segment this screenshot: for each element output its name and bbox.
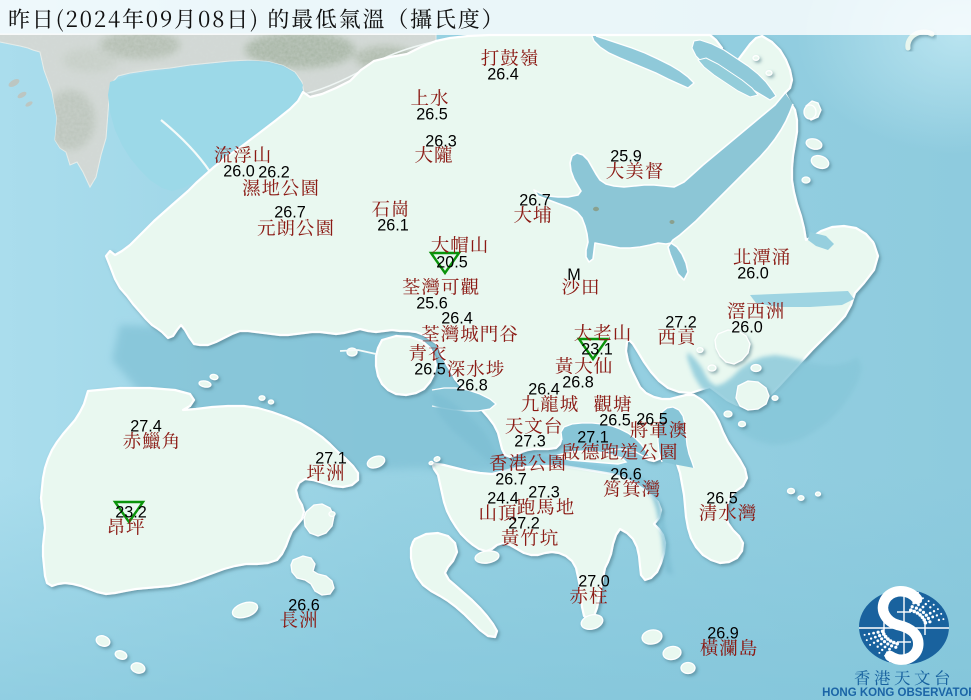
svg-text:26.3: 26.3: [425, 133, 457, 151]
svg-text:26.0: 26.0: [737, 265, 769, 283]
svg-text:26.4: 26.4: [487, 66, 519, 84]
svg-text:26.4: 26.4: [528, 381, 560, 399]
svg-text:27.4: 27.4: [130, 418, 162, 436]
svg-text:26.9: 26.9: [707, 625, 739, 643]
svg-text:26.8: 26.8: [562, 374, 594, 392]
svg-text:26.6: 26.6: [288, 597, 320, 615]
svg-text:26.5: 26.5: [706, 490, 738, 508]
svg-text:26.7: 26.7: [495, 471, 527, 489]
svg-text:27.0: 27.0: [578, 573, 610, 591]
svg-text:26.7: 26.7: [274, 204, 306, 222]
svg-text:26.6: 26.6: [610, 466, 642, 484]
svg-text:27.2: 27.2: [508, 515, 540, 533]
svg-text:27.1: 27.1: [577, 429, 609, 447]
svg-text:27.3: 27.3: [514, 433, 546, 451]
svg-text:HONG KONG OBSERVATORY: HONG KONG OBSERVATORY: [822, 687, 971, 699]
svg-text:23.2: 23.2: [115, 504, 147, 522]
svg-text:26.8: 26.8: [456, 377, 488, 395]
svg-text:26.4: 26.4: [441, 310, 473, 328]
svg-text:26.5: 26.5: [414, 361, 446, 379]
svg-text:26.2: 26.2: [258, 164, 290, 182]
svg-text:25.9: 25.9: [610, 148, 642, 166]
svg-text:昨日(2024年09月08日) 的最低氣溫（攝氏度）: 昨日(2024年09月08日) 的最低氣溫（攝氏度）: [8, 3, 505, 34]
svg-text:26.1: 26.1: [377, 217, 409, 235]
svg-text:香港天文台: 香港天文台: [854, 665, 954, 689]
svg-text:27.1: 27.1: [315, 450, 347, 468]
svg-text:27.3: 27.3: [528, 484, 560, 502]
svg-text:26.7: 26.7: [519, 192, 551, 210]
svg-text:26.0: 26.0: [731, 319, 763, 337]
svg-text:24.4: 24.4: [487, 490, 519, 508]
svg-text:20.5: 20.5: [436, 254, 468, 272]
svg-text:26.5: 26.5: [599, 412, 631, 430]
svg-text:M: M: [567, 266, 580, 284]
svg-text:27.2: 27.2: [665, 314, 697, 332]
svg-text:26.5: 26.5: [636, 411, 668, 429]
svg-text:26.5: 26.5: [416, 106, 448, 124]
